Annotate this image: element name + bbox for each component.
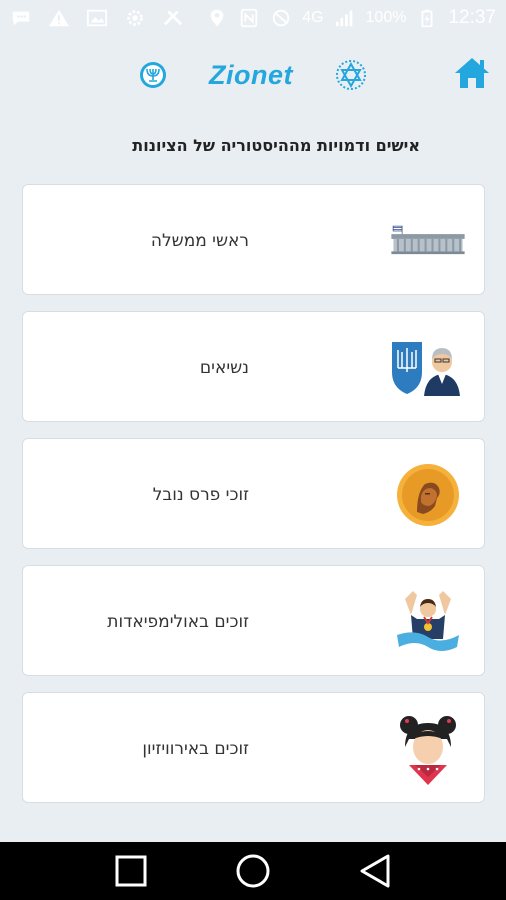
category-card-olympics[interactable]: זוכים באולימפיאדות — [22, 565, 485, 676]
status-right-icons: 4G 100% 12:37 — [206, 7, 496, 29]
category-label: זוכי פרס נובל — [152, 484, 249, 505]
category-card-prime-ministers[interactable]: ראשי ממשלה — [22, 184, 485, 295]
signal-icon — [335, 10, 352, 27]
star-of-david-icon — [336, 60, 366, 90]
nfc-icon — [240, 8, 258, 28]
category-card-presidents[interactable]: נשיאים — [22, 311, 485, 422]
back-triangle-icon — [360, 854, 390, 888]
system-nav-bar — [0, 842, 506, 900]
recents-square-icon — [115, 855, 147, 887]
category-label: זוכים באירוויזיון — [142, 738, 249, 759]
battery-percent: 100% — [365, 9, 407, 26]
status-left-icons — [10, 8, 184, 28]
nobel-medal-icon — [390, 457, 466, 533]
network-type-label: 4G — [302, 9, 324, 26]
app-header: Zionet — [0, 44, 506, 104]
app-logo: Zionet — [138, 52, 368, 98]
category-card-eurovision[interactable]: זוכים באירוויזיון — [22, 692, 485, 803]
category-card-nobel[interactable]: זוכי פרס נובל — [22, 438, 485, 549]
eurovision-singer-icon — [390, 711, 466, 787]
olympic-winner-icon — [390, 584, 466, 660]
warning-icon — [48, 9, 70, 27]
nav-home-button[interactable] — [233, 851, 273, 891]
location-icon — [210, 9, 224, 27]
settings-icon — [127, 10, 143, 26]
status-bar: 4G 100% 12:37 — [0, 0, 506, 36]
category-label: ראשי ממשלה — [150, 230, 249, 251]
home-button[interactable] — [452, 54, 492, 92]
category-label: זוכים באולימפיאדות — [107, 611, 249, 632]
brand-name: Zionet — [209, 59, 293, 90]
back-button[interactable] — [355, 851, 395, 891]
message-icon — [12, 11, 30, 26]
mute-icon — [272, 9, 290, 27]
home-icon — [455, 58, 489, 88]
category-label: נשיאים — [199, 357, 249, 378]
category-list: ראשי ממשלה נשיאים זוכי פרס נובל זוכים בא… — [22, 184, 485, 819]
image-icon — [86, 9, 108, 27]
home-circle-icon — [236, 854, 270, 888]
president-icon — [390, 330, 466, 406]
menorah-emblem-icon — [140, 62, 166, 88]
status-clock: 12:37 — [448, 7, 496, 28]
tools-icon — [163, 10, 183, 26]
knesset-building-icon — [390, 203, 466, 279]
page-title: אישים ודמויות מההיסטוריה של הציונות — [132, 136, 420, 155]
recents-button[interactable] — [111, 851, 151, 891]
battery-icon — [421, 9, 433, 28]
